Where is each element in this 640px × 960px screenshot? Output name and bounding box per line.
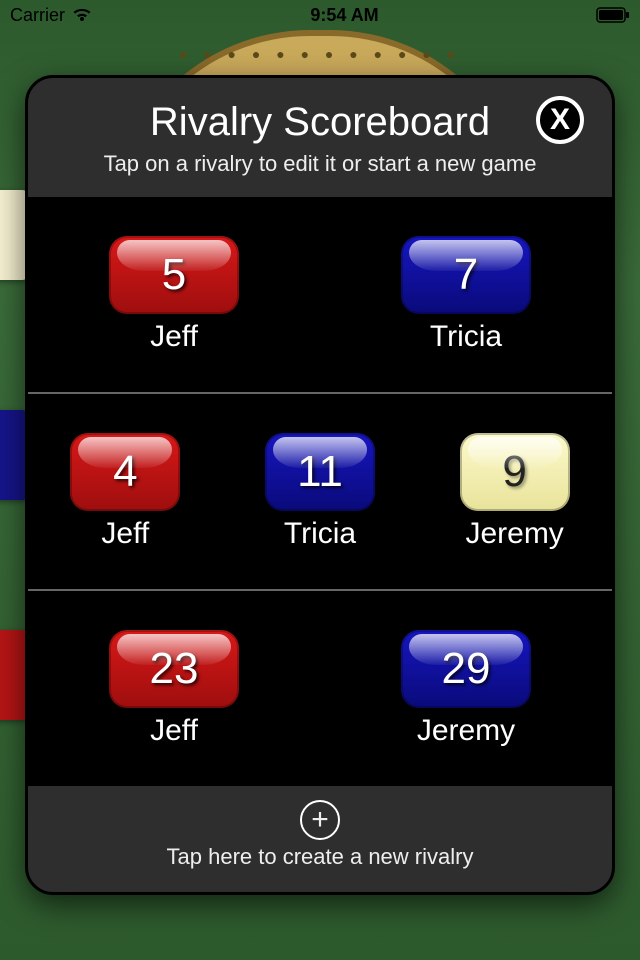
rivalry-row[interactable]: 5 Jeff 7 Tricia [28,197,612,394]
player-name: Jeremy [465,517,563,551]
score-value: 23 [150,644,199,694]
modal-header: Rivalry Scoreboard Tap on a rivalry to e… [28,78,612,187]
player-name: Tricia [430,320,502,354]
score-pill: 7 [401,236,531,314]
score-value: 4 [113,447,137,497]
score-value: 5 [162,250,186,300]
modal-title: Rivalry Scoreboard [48,100,592,145]
score-pill: 23 [109,630,239,708]
score-value: 7 [454,250,478,300]
score-pill: 29 [401,630,531,708]
rivalry-row[interactable]: 4 Jeff 11 Tricia 9 Jeremy [28,394,612,591]
score-value: 9 [502,447,526,497]
status-bar: Carrier 9:54 AM [0,0,640,30]
player-cell: 5 Jeff [109,236,239,354]
player-cell: 9 Jeremy [460,433,570,551]
rivalry-list: 5 Jeff 7 Tricia 4 Jeff 11 Tricia 9 Jerem… [28,197,612,786]
player-name: Tricia [284,517,356,551]
player-cell: 29 Jeremy [401,630,531,748]
close-button[interactable]: X [536,96,584,144]
player-cell: 11 Tricia [265,433,375,551]
modal-subtitle: Tap on a rivalry to edit it or start a n… [48,151,592,177]
clock: 9:54 AM [310,5,378,26]
player-cell: 7 Tricia [401,236,531,354]
score-pill: 9 [460,433,570,511]
score-pill: 11 [265,433,375,511]
close-icon: X [550,103,570,137]
player-name: Jeff [101,517,149,551]
plus-icon: + [300,800,340,840]
score-pill: 5 [109,236,239,314]
player-name: Jeff [150,714,198,748]
rivalry-row[interactable]: 23 Jeff 29 Jeremy [28,591,612,786]
player-cell: 23 Jeff [109,630,239,748]
player-name: Jeff [150,320,198,354]
player-name: Jeremy [417,714,515,748]
add-rivalry-button[interactable]: + Tap here to create a new rivalry [28,786,612,892]
score-value: 29 [442,644,491,694]
wifi-icon [71,7,93,23]
carrier-label: Carrier [10,5,65,26]
score-pill: 4 [70,433,180,511]
battery-icon [596,7,630,23]
add-rivalry-label: Tap here to create a new rivalry [28,844,612,870]
scoreboard-modal: Rivalry Scoreboard Tap on a rivalry to e… [25,75,615,895]
score-value: 11 [297,447,343,497]
player-cell: 4 Jeff [70,433,180,551]
